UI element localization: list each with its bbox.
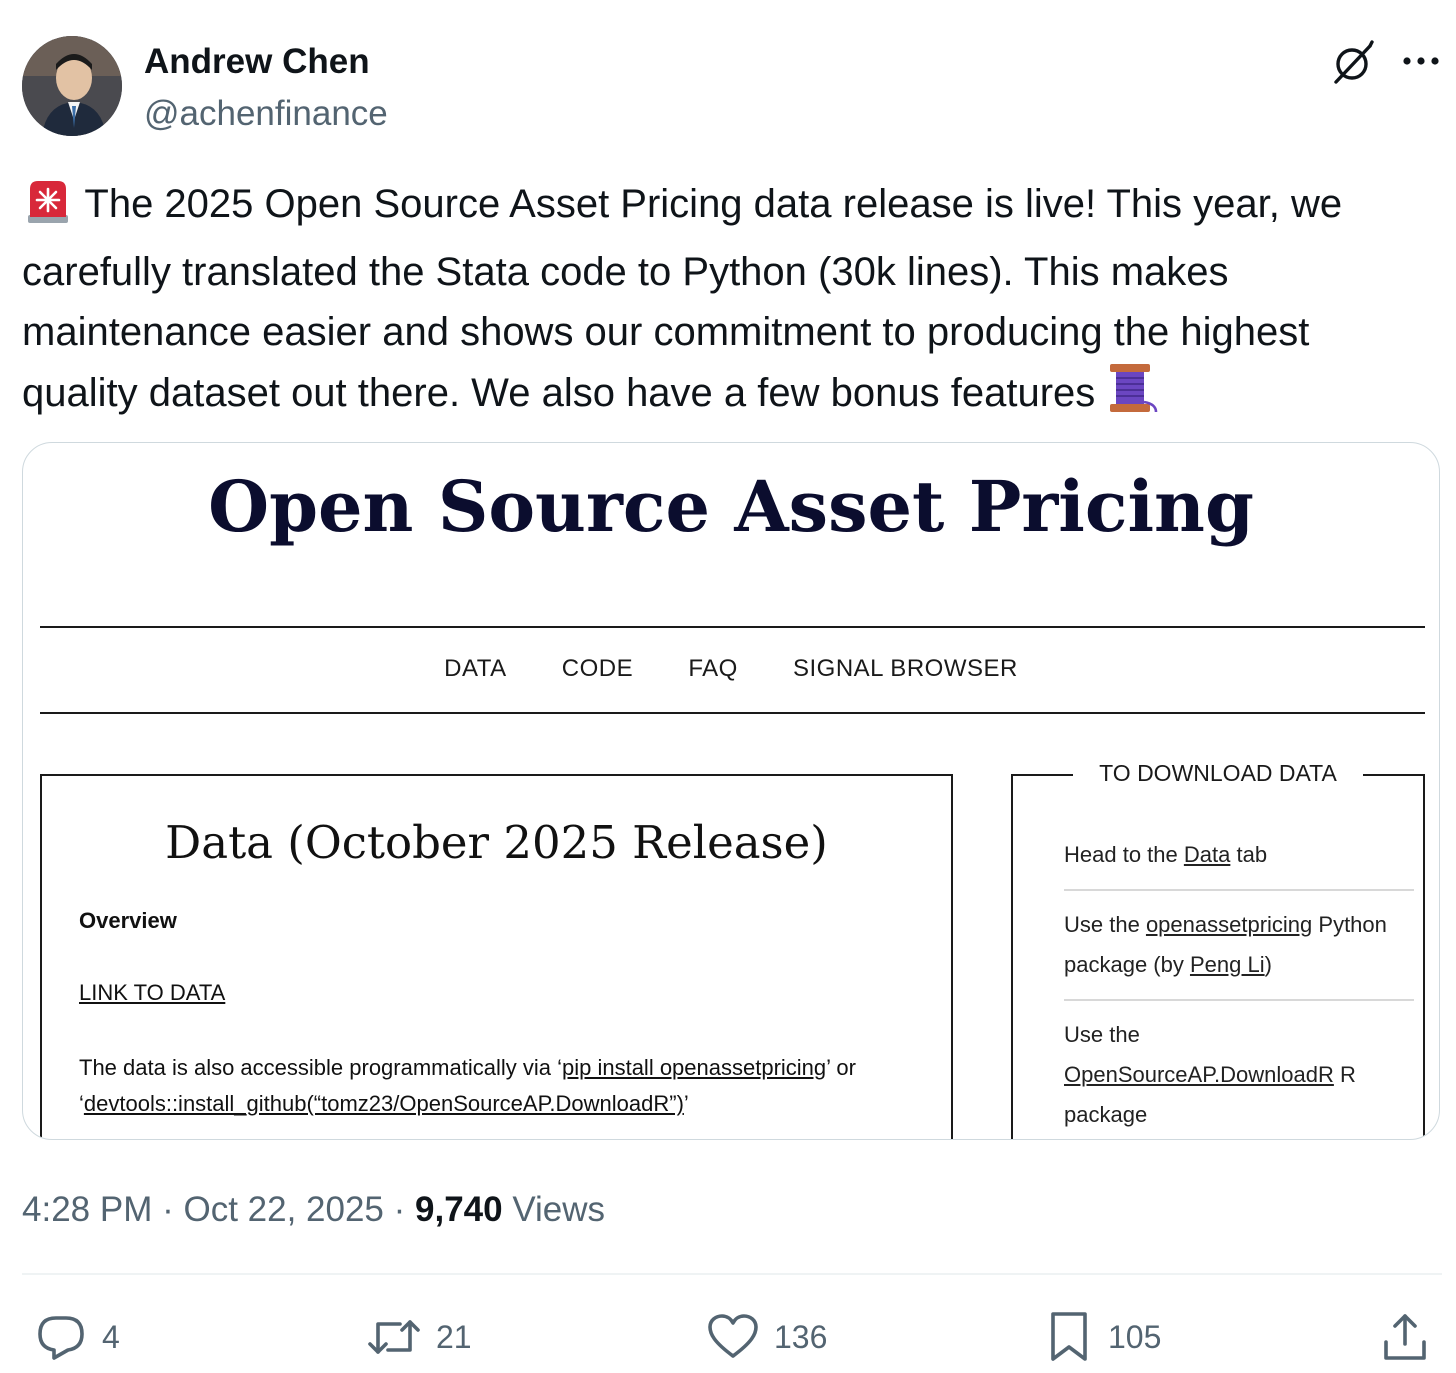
downloadr-link[interactable]: OpenSourceAP.DownloadR — [1064, 1062, 1334, 1087]
tweet-date[interactable]: Oct 22, 2025 — [183, 1190, 383, 1229]
tweet-meta: 4:28 PM · Oct 22, 2025 · 9,740 Views — [22, 1190, 606, 1229]
rotating-light-icon — [22, 179, 74, 242]
share-button[interactable] — [1380, 1310, 1430, 1364]
data-tab-link[interactable]: Data — [1184, 842, 1230, 867]
side-item-data-tab: Head to the Data tab — [1064, 842, 1268, 867]
tweet-line: maintenance easier and shows our commitm… — [22, 310, 1310, 354]
more-icon[interactable] — [1398, 46, 1444, 76]
repost-count: 21 — [436, 1318, 472, 1355]
download-panel-title: TO DOWNLOAD DATA — [1011, 760, 1425, 787]
tweet-line: quality dataset out there. We also have … — [22, 362, 1442, 431]
nav-data[interactable]: DATA — [444, 655, 506, 683]
reply-icon — [34, 1312, 88, 1362]
pip-install-link[interactable]: pip install openassetpricing — [562, 1055, 826, 1080]
overview-label: Overview — [79, 908, 177, 933]
tweet-text: The 2025 Open Source Asset Pricing data … — [22, 174, 1442, 431]
panel-heading: Data (October 2025 Release) — [165, 816, 828, 869]
tweet-time[interactable]: 4:28 PM — [22, 1190, 152, 1229]
data-release-panel: Data (October 2025 Release) Overview LIN… — [40, 774, 953, 1139]
divider — [40, 626, 1425, 628]
divider — [22, 1273, 1442, 1275]
avatar[interactable] — [22, 36, 122, 136]
reply-count: 4 — [102, 1318, 120, 1355]
nav-code[interactable]: CODE — [562, 655, 633, 683]
tweet-line: carefully translated the Stata code to P… — [22, 250, 1229, 294]
link-to-data[interactable]: LINK TO DATA — [79, 980, 225, 1006]
bookmark-icon — [1044, 1310, 1094, 1364]
bookmark-count: 105 — [1108, 1318, 1162, 1355]
tweet-line: The 2025 Open Source Asset Pricing data … — [22, 174, 1442, 242]
divider — [1064, 999, 1414, 1001]
repost-button[interactable]: 21 — [366, 1310, 472, 1364]
divider — [1064, 889, 1414, 891]
like-count: 136 — [774, 1318, 828, 1355]
repost-icon — [366, 1312, 422, 1362]
like-button[interactable]: 136 — [706, 1310, 827, 1364]
side-item-python: Use the openassetpricing Python package … — [1064, 912, 1387, 977]
views-label: Views — [502, 1190, 606, 1229]
side-item-r: Use the OpenSourceAP.DownloadR R package — [1064, 1022, 1356, 1127]
thread-icon — [1106, 362, 1160, 431]
site-title: Open Source Asset Pricing — [208, 465, 1254, 548]
access-text: The data is also accessible programmatic… — [79, 1055, 856, 1116]
share-icon — [1380, 1312, 1430, 1362]
media-card[interactable]: Open Source Asset Pricing DATA CODE FAQ … — [22, 442, 1440, 1140]
author-handle[interactable]: @achenfinance — [144, 92, 388, 136]
site-nav: DATA CODE FAQ SIGNAL BROWSER — [23, 655, 1439, 683]
heart-icon — [706, 1312, 760, 1362]
divider — [40, 712, 1425, 714]
author-name[interactable]: Andrew Chen — [144, 40, 370, 84]
grok-icon[interactable] — [1330, 40, 1376, 86]
devtools-install-link[interactable]: devtools::install_github(“tomz23/OpenSou… — [84, 1091, 684, 1116]
openassetpricing-link[interactable]: openassetpricing — [1146, 912, 1312, 937]
peng-li-link[interactable]: Peng Li — [1190, 952, 1265, 977]
nav-faq[interactable]: FAQ — [688, 655, 738, 683]
views-count: 9,740 — [415, 1190, 503, 1229]
bookmark-button[interactable]: 105 — [1044, 1310, 1161, 1364]
reply-button[interactable]: 4 — [34, 1310, 120, 1364]
nav-signal-browser[interactable]: SIGNAL BROWSER — [793, 655, 1018, 683]
